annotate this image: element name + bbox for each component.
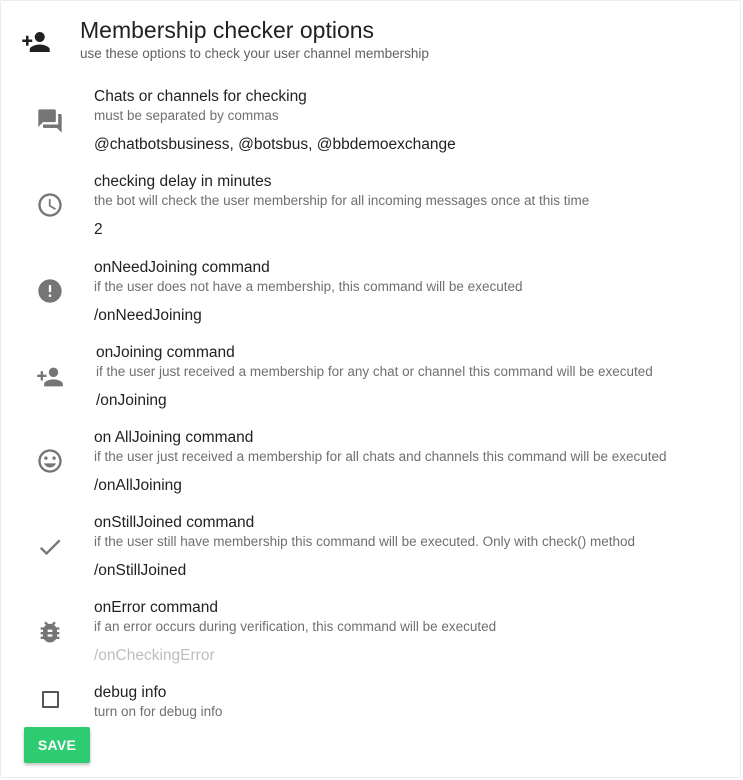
save-button[interactable]: SAVE [24,727,90,763]
clock-icon [36,191,64,219]
option-description: the bot will check the user membership f… [94,193,590,208]
smiley-icon [36,447,64,475]
debug-description: turn on for debug info [94,704,223,719]
options-card: Membership checker options use these opt… [0,0,741,778]
header: Membership checker options use these opt… [21,17,721,69]
option-title: onNeedJoining command [94,259,270,276]
option-title: checking delay in minutes [94,173,272,190]
option-on-need-joining: onNeedJoining command if the user does n… [1,259,742,339]
option-delay: checking delay in minutes the bot will c… [1,173,742,253]
on-all-joining-input[interactable] [94,475,694,497]
alert-circle-icon [36,277,64,305]
option-title: on AllJoining command [94,429,254,446]
person-add-icon [21,27,51,57]
option-debug: debug info turn on for debug info [1,684,742,724]
option-description: if the user still have membership this c… [94,534,635,549]
option-description: if the user just received a membership f… [94,449,667,464]
on-joining-input[interactable] [96,390,696,412]
option-title: onStillJoined command [94,514,255,531]
option-title: onError command [94,599,219,616]
option-description: if the user just received a membership f… [96,364,653,379]
option-description: if the user does not have a membership, … [94,279,523,294]
option-description: must be separated by commas [94,108,279,123]
page-subtitle: use these options to check your user cha… [80,46,429,61]
debug-checkbox[interactable] [42,691,59,708]
option-on-joining: onJoining command if the user just recei… [1,344,742,424]
page-title: Membership checker options [80,17,375,43]
forum-icon [36,107,64,135]
option-on-error: onError command if an error occurs durin… [1,599,742,679]
on-need-joining-input[interactable] [94,305,694,327]
check-icon [36,533,64,561]
on-still-joined-input[interactable] [94,560,694,582]
option-title: onJoining command [96,344,235,361]
option-chats: Chats or channels for checking must be s… [1,88,742,168]
person-add-icon [36,363,64,391]
option-on-still-joined: onStillJoined command if the user still … [1,514,742,594]
option-title: Chats or channels for checking [94,88,307,105]
debug-title: debug info [94,684,167,701]
chats-input[interactable] [94,134,694,156]
delay-input[interactable] [94,219,694,241]
option-on-all-joining: on AllJoining command if the user just r… [1,429,742,509]
on-error-input[interactable] [94,645,694,667]
option-description: if an error occurs during verification, … [94,619,497,634]
bug-icon [36,618,64,646]
